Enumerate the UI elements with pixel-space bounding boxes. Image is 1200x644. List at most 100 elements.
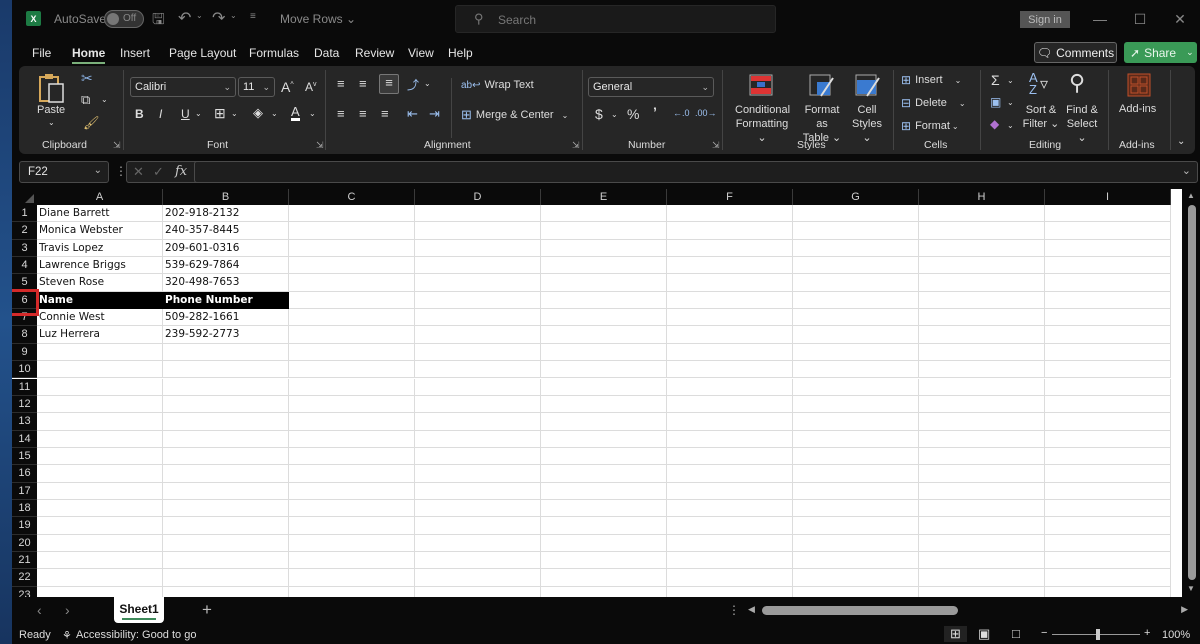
cell-d15[interactable] <box>415 447 541 466</box>
format-cells-button[interactable]: ⊞ Format ⌄ <box>901 119 959 133</box>
number-format-dropdown[interactable]: General ⌄ <box>588 77 714 97</box>
cell-i16[interactable] <box>1045 465 1171 483</box>
tab-insert[interactable]: Insert <box>120 46 150 60</box>
cell-e7[interactable] <box>541 309 667 327</box>
sort-filter-icon[interactable]: AZ <box>1029 71 1038 96</box>
collapse-ribbon-icon[interactable]: ⌄ <box>1177 136 1185 147</box>
fill-icon[interactable]: ▣ <box>990 95 1001 109</box>
accessibility-status[interactable]: Accessibility: Good to go <box>76 629 196 641</box>
cell-b12[interactable] <box>163 395 289 414</box>
cell-c14[interactable] <box>289 430 415 448</box>
cell-c13[interactable] <box>289 413 415 431</box>
cell-h19[interactable] <box>919 517 1045 535</box>
cut-icon[interactable]: ✂ <box>81 70 93 87</box>
cell-styles-icon[interactable] <box>855 74 881 98</box>
cell-b4[interactable]: 539-629-7864 <box>163 257 289 275</box>
cell-c11[interactable] <box>289 378 415 396</box>
cell-g9[interactable] <box>793 343 919 362</box>
cell-a9[interactable] <box>37 343 163 362</box>
zoom-slider[interactable] <box>1052 629 1140 640</box>
cell-f19[interactable] <box>667 517 793 535</box>
scroll-left-icon[interactable]: ◀ <box>748 604 755 615</box>
document-title[interactable]: Move Rows ⌄ <box>280 12 356 26</box>
cell-d19[interactable] <box>415 517 541 535</box>
cell-g21[interactable] <box>793 552 919 570</box>
sort-filter-button[interactable]: Sort & Filter ⌄ <box>1021 103 1061 131</box>
cell-e15[interactable] <box>541 447 667 466</box>
cell-h4[interactable] <box>919 257 1045 275</box>
row-header[interactable]: 18 <box>12 499 37 518</box>
paste-label[interactable]: Paste <box>37 104 65 116</box>
wrap-text-button[interactable]: ab↩ Wrap Text <box>461 79 534 91</box>
horizontal-scrollbar[interactable]: ◀ ▶ <box>748 604 1192 616</box>
cell-f8[interactable] <box>667 326 793 344</box>
add-ins-icon[interactable] <box>1127 73 1151 97</box>
cell-a2[interactable]: Monica Webster <box>37 222 163 240</box>
share-button[interactable]: ➚ Share ⌄ <box>1124 42 1197 63</box>
font-launcher-icon[interactable]: ⇲ <box>316 140 324 151</box>
cell-i3[interactable] <box>1045 239 1171 258</box>
column-header-b[interactable]: B <box>163 189 289 205</box>
cell-f9[interactable] <box>667 343 793 362</box>
cell-a15[interactable] <box>37 447 163 466</box>
merge-center-button[interactable]: ⊞ Merge & Center ⌄ <box>461 107 568 123</box>
cell-d11[interactable] <box>415 378 541 396</box>
prev-sheet-icon[interactable]: ‹ <box>37 602 42 618</box>
cell-b8[interactable]: 239-592-2773 <box>163 326 289 344</box>
cell-g8[interactable] <box>793 326 919 344</box>
comments-button[interactable]: 🗨 Comments <box>1034 42 1117 63</box>
cell-b7[interactable]: 509-282-1661 <box>163 309 289 327</box>
zoom-slider-knob[interactable] <box>1096 629 1100 640</box>
cell-h2[interactable] <box>919 222 1045 240</box>
cell-f23[interactable] <box>667 586 793 597</box>
cell-d5[interactable] <box>415 274 541 292</box>
cell-a6[interactable]: Name <box>37 291 163 310</box>
cell-a20[interactable] <box>37 534 163 552</box>
undo-icon[interactable]: ↶ <box>178 8 191 28</box>
cell-i7[interactable] <box>1045 309 1171 327</box>
cell-h9[interactable] <box>919 343 1045 362</box>
cell-b17[interactable] <box>163 482 289 500</box>
cell-d14[interactable] <box>415 430 541 448</box>
paste-dropdown-icon[interactable]: ⌄ <box>48 118 55 127</box>
format-as-table-icon[interactable] <box>809 74 835 98</box>
worksheet-grid[interactable]: ABCDEFGHI 1 Diane Barrett 202-918-2132 2 Mon… <box>12 189 1182 597</box>
column-header-f[interactable]: F <box>667 189 793 205</box>
cell-b5[interactable]: 320-498-7653 <box>163 274 289 292</box>
copy-dropdown-icon[interactable]: ⌄ <box>101 95 108 104</box>
cell-e23[interactable] <box>541 586 667 597</box>
increase-font-icon[interactable]: A^ <box>281 79 294 95</box>
sign-in-button[interactable]: Sign in <box>1020 11 1070 28</box>
cell-c12[interactable] <box>289 395 415 414</box>
cell-e10[interactable] <box>541 361 667 379</box>
cell-f15[interactable] <box>667 447 793 466</box>
conditional-formatting-button[interactable]: Conditional Formatting ⌄ <box>735 103 790 145</box>
underline-button[interactable]: U <box>181 107 190 121</box>
cell-c21[interactable] <box>289 552 415 570</box>
tab-review[interactable]: Review <box>355 46 394 60</box>
comma-style-icon[interactable]: ’ <box>653 104 657 120</box>
cell-a12[interactable] <box>37 395 163 414</box>
cell-g14[interactable] <box>793 430 919 448</box>
cell-a21[interactable] <box>37 552 163 570</box>
number-launcher-icon[interactable]: ⇲ <box>712 140 720 151</box>
cell-a7[interactable]: Connie West <box>37 309 163 327</box>
column-header-a[interactable]: A <box>37 189 163 205</box>
row-header[interactable]: 23 <box>12 586 37 597</box>
formula-input[interactable]: ⌄ <box>194 161 1198 183</box>
cell-e17[interactable] <box>541 482 667 500</box>
cell-d2[interactable] <box>415 222 541 240</box>
cell-e20[interactable] <box>541 534 667 552</box>
decrease-decimal-icon[interactable]: .00→ <box>695 108 717 118</box>
cell-g19[interactable] <box>793 517 919 535</box>
cell-i8[interactable] <box>1045 326 1171 344</box>
cell-i5[interactable] <box>1045 274 1171 292</box>
cell-e14[interactable] <box>541 430 667 448</box>
cell-d10[interactable] <box>415 361 541 379</box>
cell-i2[interactable] <box>1045 222 1171 240</box>
cell-e16[interactable] <box>541 465 667 483</box>
cell-b13[interactable] <box>163 413 289 431</box>
cell-b9[interactable] <box>163 343 289 362</box>
cell-h10[interactable] <box>919 361 1045 379</box>
cell-h18[interactable] <box>919 499 1045 518</box>
